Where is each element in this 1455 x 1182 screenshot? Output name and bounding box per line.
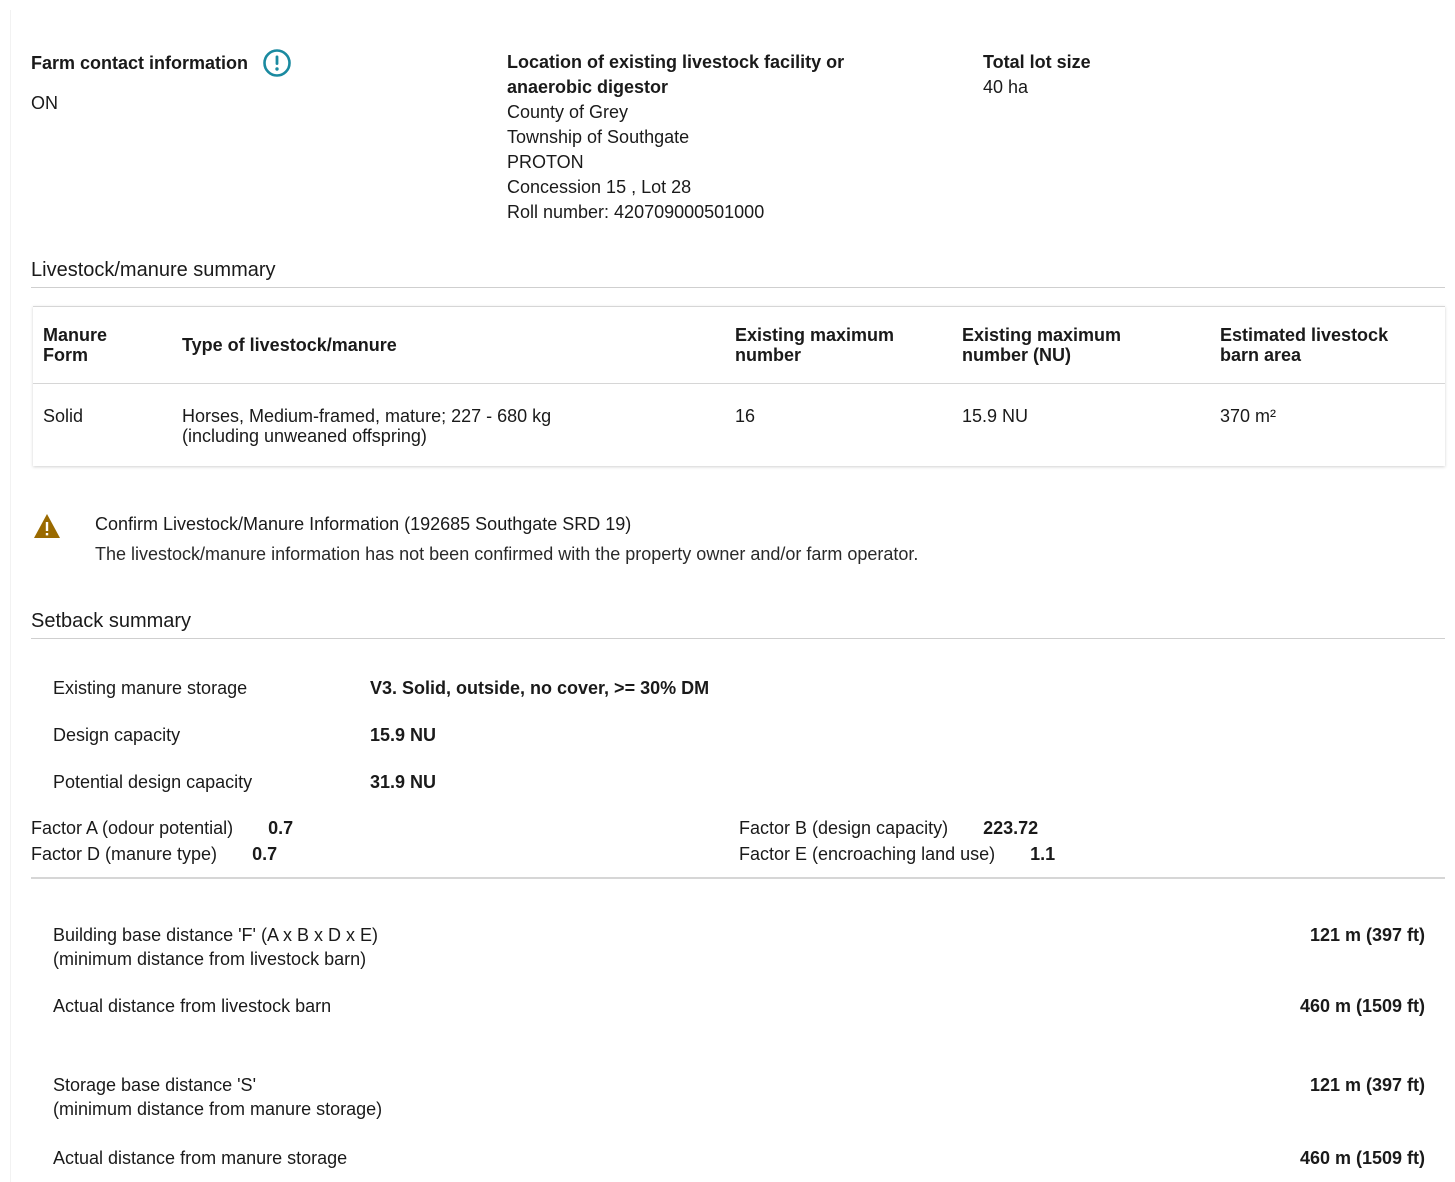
actual-barn-distance-row: Actual distance from livestock barn 460 … [53,994,1425,1018]
storage-base-distance-label: Storage base distance 'S' (minimum dista… [53,1075,383,1119]
cell-max-number: 16 [735,406,756,426]
actual-storage-distance-value: 460 m (1509 ft) [1299,1148,1425,1168]
location-county: County of Grey [507,102,629,122]
factor-d-value: 0.7 [252,844,278,864]
existing-storage-label: Existing manure storage [53,678,248,698]
storage-base-distance-row: Storage base distance 'S' (minimum dista… [53,1073,1425,1123]
table-row: Solid Horses, Medium-framed, mature; 227… [33,384,1445,467]
farm-contact-label: Farm contact information [31,52,249,73]
farm-contact-header: Farm contact information [31,48,431,78]
factor-d-label: Factor D (manure type) [31,844,218,864]
factor-a: Factor A (odour potential) 0.7 [31,816,293,840]
livestock-table: Manure Form Type of livestock/manure Exi… [33,307,1445,466]
cell-livestock-type: Horses, Medium-framed, mature; 227 - 680… [182,406,552,446]
factor-b-label: Factor B (design capacity) [739,818,949,838]
location-section: Location of existing livestock facility … [507,50,907,225]
lot-size-label: Total lot size [983,52,1091,72]
factors-divider [31,877,1445,879]
livestock-table-container: Manure Form Type of livestock/manure Exi… [33,306,1445,466]
warning-title: Confirm Livestock/Manure Information (19… [95,514,632,534]
actual-barn-distance-label: Actual distance from livestock barn [53,996,332,1016]
building-base-distance-row: Building base distance 'F' (A x B x D x … [53,923,1425,973]
potential-capacity-label: Potential design capacity [53,772,253,792]
column-header-manure-form: Manure Form [33,307,172,384]
actual-storage-distance-row: Actual distance from manure storage 460 … [53,1146,1425,1170]
column-header-barn-area: Estimated livestock barn area [1210,307,1445,384]
farm-info-row: Farm contact information ON Location of … [31,48,1455,240]
livestock-confirm-warning: Confirm Livestock/Manure Information (19… [31,510,1445,570]
factor-a-value: 0.7 [268,818,294,838]
lot-size-value: 40 ha [983,77,1029,97]
lot-size-section: Total lot size 40 ha [983,50,1283,100]
location-label-line2: anaerobic digestor [507,77,669,97]
column-header-livestock-type: Type of livestock/manure [172,307,725,384]
potential-capacity-value: 31.9 NU [370,772,437,792]
cell-manure-form: Solid [43,406,84,426]
building-base-distance-label: Building base distance 'F' (A x B x D x … [53,925,379,969]
column-header-max-number: Existing maximum number [725,307,952,384]
report-page: Farm contact information ON Location of … [10,10,1455,1182]
factor-e: Factor E (encroaching land use) 1.1 [739,842,1055,866]
warning-triangle-icon [33,513,61,539]
design-capacity-value: 15.9 NU [370,725,437,745]
factor-e-value: 1.1 [1030,844,1056,864]
warning-text: The livestock/manure information has not… [95,544,919,564]
factor-e-label: Factor E (encroaching land use) [739,844,996,864]
factor-d: Factor D (manure type) 0.7 [31,842,277,866]
actual-storage-distance-label: Actual distance from manure storage [53,1148,348,1168]
farm-contact-value: ON [31,93,58,113]
building-base-distance-value: 121 m (397 ft) [1309,925,1425,945]
storage-base-distance-value: 121 m (397 ft) [1309,1075,1425,1095]
actual-barn-distance-value: 460 m (1509 ft) [1299,996,1425,1016]
existing-storage-value: V3. Solid, outside, no cover, >= 30% DM [370,678,710,698]
alert-circle-icon[interactable] [262,48,292,78]
factor-b-value: 223.72 [983,818,1039,838]
location-label-line1: Location of existing livestock facility … [507,52,845,72]
livestock-summary-title: Livestock/manure summary [31,257,1445,288]
farm-contact-section: Farm contact information ON [31,48,431,116]
column-header-max-nu: Existing maximum number (NU) [952,307,1210,384]
location-community: PROTON [507,152,584,172]
location-township: Township of Southgate [507,127,690,147]
setback-summary-title: Setback summary [31,608,1445,639]
factor-a-label: Factor A (odour potential) [31,818,234,838]
design-capacity-label: Design capacity [53,725,181,745]
cell-barn-area: 370 m² [1220,406,1277,426]
location-roll-number: Roll number: 420709000501000 [507,202,765,222]
factor-b: Factor B (design capacity) 223.72 [739,816,1038,840]
location-concession-lot: Concession 15 , Lot 28 [507,177,692,197]
cell-max-nu: 15.9 NU [962,406,1029,426]
livestock-table-header-row: Manure Form Type of livestock/manure Exi… [33,307,1445,384]
